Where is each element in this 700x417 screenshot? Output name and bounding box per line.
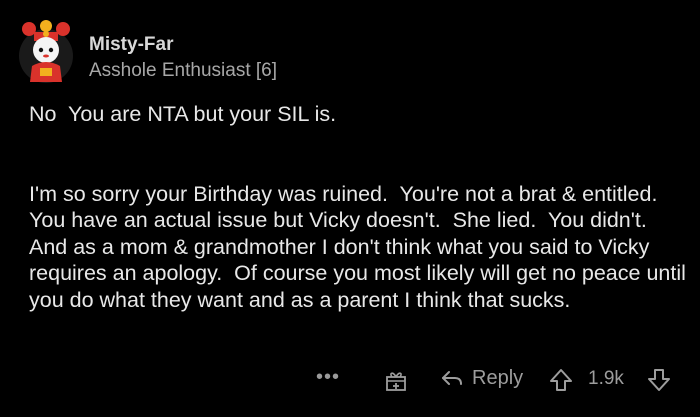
more-options-button[interactable]: ••• xyxy=(316,366,340,389)
comment-actions: ••• Reply 1.9k xyxy=(0,366,700,394)
user-flair: Asshole Enthusiast [6] xyxy=(89,60,277,81)
vote-score: 1.9k xyxy=(588,368,624,389)
upvote-arrow-icon[interactable] xyxy=(548,367,574,393)
avatar-image xyxy=(19,20,73,83)
reply-button[interactable]: Reply xyxy=(440,366,523,390)
award-gift-icon[interactable] xyxy=(384,368,408,392)
reply-arrow-icon xyxy=(442,371,462,385)
comment-paragraph: No You are NTA but your SIL is. xyxy=(29,102,337,126)
avatar[interactable] xyxy=(18,20,74,88)
username[interactable]: Misty-Far xyxy=(89,34,173,56)
comment: Misty-Far Asshole Enthusiast [6] No You … xyxy=(0,0,700,417)
reply-label: Reply xyxy=(472,366,524,389)
comment-body: No You are NTA but your SIL is. I'm so s… xyxy=(29,101,694,313)
downvote-arrow-icon[interactable] xyxy=(646,367,672,393)
comment-paragraph: I'm so sorry your Birthday was ruined. Y… xyxy=(29,181,692,312)
